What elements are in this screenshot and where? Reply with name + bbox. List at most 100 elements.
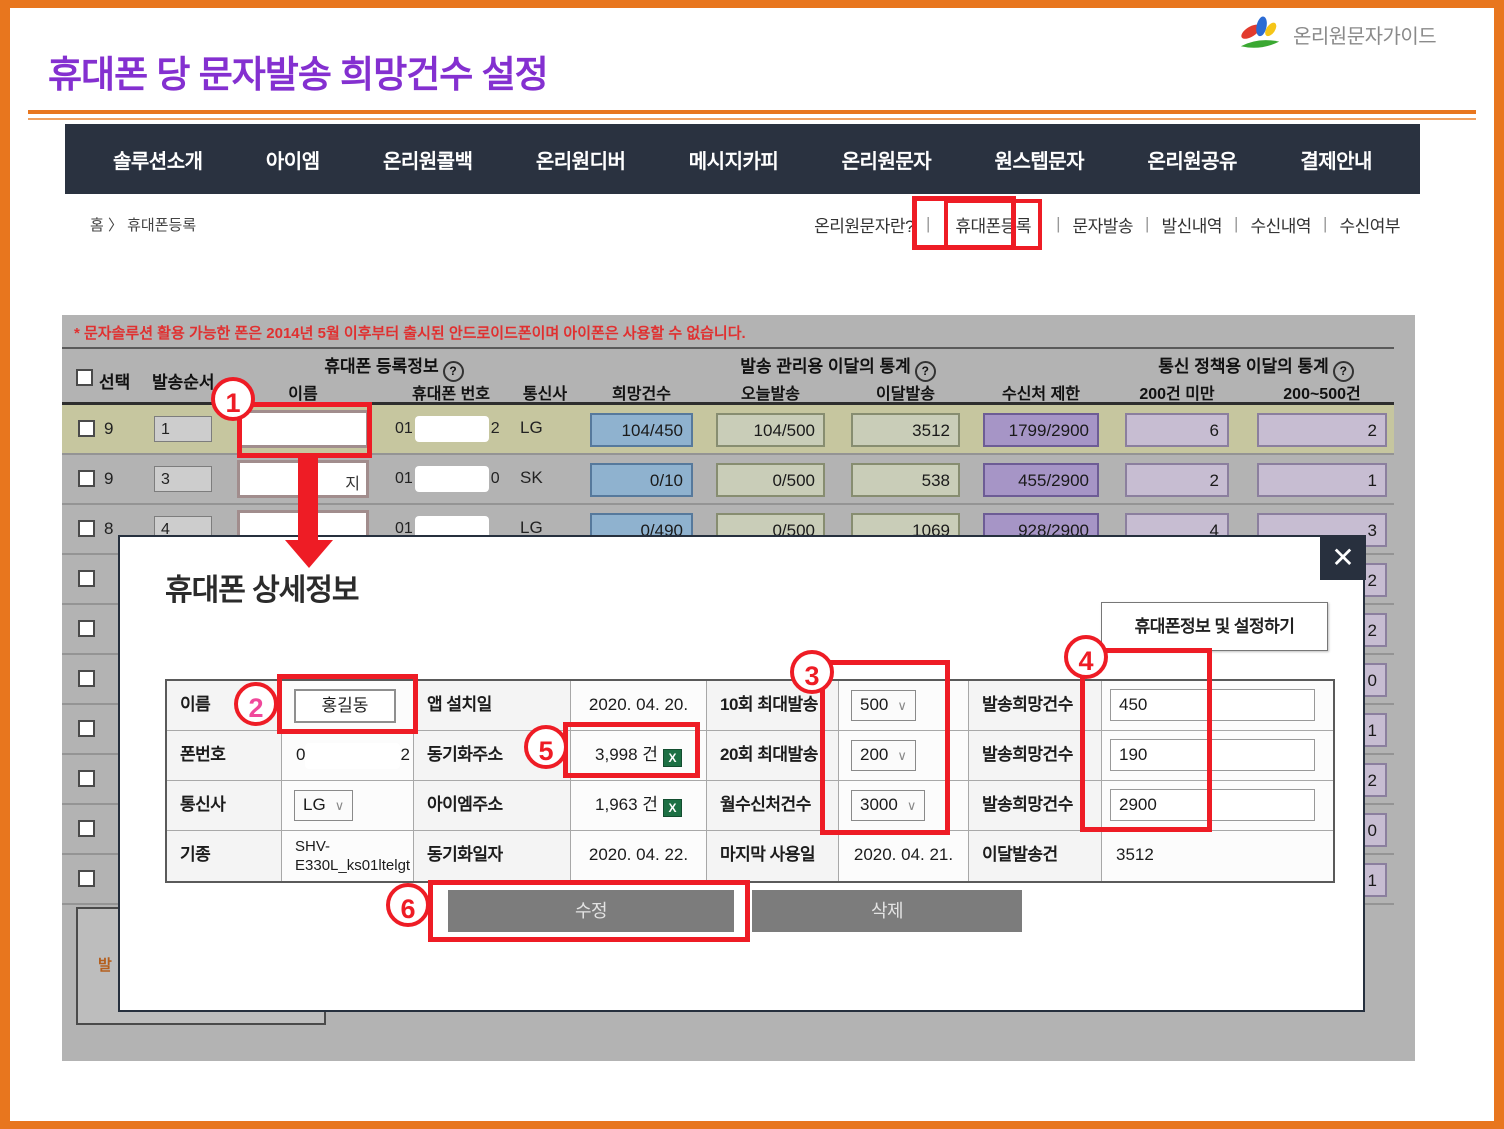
- nav-item[interactable]: 온리원디버: [536, 145, 626, 174]
- row-checkbox[interactable]: [78, 720, 95, 737]
- row-checkbox[interactable]: [78, 620, 95, 637]
- separator: |: [1234, 214, 1238, 234]
- nav-item[interactable]: 온리원공유: [1147, 145, 1237, 174]
- dropdown[interactable]: 3000∨: [851, 790, 925, 821]
- nav-item[interactable]: 원스텝문자: [995, 145, 1085, 174]
- frame-left: [0, 0, 10, 1129]
- detail-value: LG∨: [282, 781, 414, 831]
- subheader-under200: 200건 미만: [1125, 380, 1229, 404]
- row-checkbox[interactable]: [78, 570, 95, 587]
- count-text: 3,998 건: [595, 745, 658, 764]
- dropdown[interactable]: 200∨: [851, 740, 916, 771]
- subnav-item[interactable]: 수신내역: [1250, 212, 1311, 237]
- nav-item[interactable]: 솔루션소개: [113, 145, 203, 174]
- detail-label: 앱 설치일: [414, 681, 571, 731]
- row-checkbox[interactable]: [78, 770, 95, 787]
- help-icon[interactable]: ?: [915, 361, 936, 382]
- phone-suffix: 2: [491, 420, 500, 437]
- detail-value: 2020. 04. 20.: [571, 681, 707, 731]
- month-sent-cell: 3512: [851, 413, 960, 447]
- chevron-down-icon: ∨: [897, 748, 907, 763]
- detail-value: 3000∨: [839, 781, 969, 831]
- row-select-number: 9: [104, 419, 113, 439]
- header-select: 선택: [99, 368, 130, 393]
- frame-bottom: [0, 1121, 1504, 1129]
- separator: |: [1145, 214, 1149, 234]
- phone-blur: [305, 743, 400, 769]
- detail-value: 02: [282, 731, 414, 781]
- dropdown[interactable]: LG∨: [294, 790, 353, 821]
- subheader-name: 이름: [237, 380, 369, 404]
- detail-value: 1,963 건 X: [571, 781, 707, 831]
- subnav-item[interactable]: 수신여부: [1339, 212, 1400, 237]
- hope-count-input[interactable]: 2900: [1110, 789, 1315, 821]
- row-checkbox[interactable]: [78, 870, 95, 887]
- row-select-number: 8: [104, 519, 113, 539]
- detail-value: 200∨: [839, 731, 969, 781]
- brand-logo-icon: [1237, 14, 1283, 54]
- nav-item[interactable]: 온리원콜백: [383, 145, 473, 174]
- help-icon[interactable]: ?: [443, 361, 464, 382]
- detail-label: 월수신처건수: [707, 781, 839, 831]
- help-icon[interactable]: ?: [1333, 361, 1354, 382]
- excel-icon[interactable]: X: [663, 749, 682, 767]
- device-model: SHV- E330L_ks01ltelgt: [282, 831, 414, 881]
- page: 휴대폰 당 문자발송 희망건수 설정 온리원문자가이드 솔루션소개아이엠온리원콜…: [0, 0, 1504, 1129]
- header-reg-info: 휴대폰 등록정보?: [289, 352, 499, 382]
- hope-count-input[interactable]: 190: [1110, 739, 1315, 771]
- phone-prefix: 01: [395, 420, 413, 437]
- detail-label: 발송희망건수: [969, 681, 1102, 731]
- edit-button[interactable]: 수정: [448, 890, 734, 932]
- subnav-item[interactable]: 문자발송: [1072, 212, 1133, 237]
- nav-item[interactable]: 온리원문자: [842, 145, 932, 174]
- detail-label: 발송희망건수: [969, 731, 1102, 781]
- subheader-phone: 휴대폰 번호: [395, 380, 507, 404]
- subnav-item[interactable]: 휴대폰등록: [944, 199, 1042, 250]
- order-input[interactable]: 3: [154, 466, 212, 492]
- excel-icon[interactable]: X: [663, 799, 682, 817]
- phone-settings-button[interactable]: 휴대폰정보 및 설정하기: [1101, 602, 1328, 651]
- name-input[interactable]: 홍길동: [294, 689, 396, 723]
- nav-item[interactable]: 아이엠: [266, 145, 320, 174]
- header-order: 발송순서: [152, 368, 215, 393]
- detail-value: 3,998 건 X: [571, 731, 707, 781]
- row-checkbox[interactable]: [78, 420, 95, 437]
- separator: |: [926, 214, 930, 234]
- modal-title: 휴대폰 상세정보: [165, 565, 359, 609]
- dropdown[interactable]: 500∨: [851, 690, 916, 721]
- row-checkbox[interactable]: [78, 820, 95, 837]
- between-200-500-cell: 1: [1257, 463, 1387, 497]
- subnav-item[interactable]: 발신내역: [1161, 212, 1222, 237]
- detail-value: 190: [1102, 731, 1333, 781]
- detail-label: 동기화일자: [414, 831, 571, 881]
- row-checkbox[interactable]: [78, 470, 95, 487]
- table-warning: * 문자솔루션 활용 가능한 폰은 2014년 5월 이후부터 출시된 안드로이…: [74, 322, 746, 343]
- receiver-limit-cell: 1799/2900: [983, 413, 1099, 447]
- nav-item[interactable]: 메시지카피: [689, 145, 779, 174]
- phone-prefix: 01: [395, 470, 413, 487]
- detail-value: 홍길동: [282, 681, 414, 731]
- divider-rule: [28, 110, 1476, 114]
- select-all-checkbox[interactable]: [76, 369, 93, 386]
- row-checkbox[interactable]: [78, 520, 95, 537]
- hope-count-cell: 0/10: [590, 463, 693, 497]
- detail-label: 발송희망건수: [969, 781, 1102, 831]
- phone-suffix: 2: [400, 745, 409, 764]
- phone-number: 01 2: [395, 416, 513, 442]
- subnav-item[interactable]: 온리원문자란?: [814, 212, 914, 237]
- under-200-cell: 6: [1125, 413, 1229, 447]
- subheader-200-500: 200~500건: [1257, 380, 1387, 404]
- frame-right: [1494, 0, 1504, 1129]
- hope-count-input[interactable]: 450: [1110, 689, 1315, 721]
- brand-text: 온리원문자가이드: [1293, 20, 1436, 49]
- subheader-limit: 수신처 제한: [983, 380, 1099, 404]
- count-text: 1,963 건: [595, 795, 658, 814]
- order-input[interactable]: 1: [154, 416, 212, 442]
- nav-item[interactable]: 결제안내: [1300, 145, 1372, 174]
- delete-button[interactable]: 삭제: [752, 890, 1022, 932]
- separator: |: [1323, 214, 1327, 234]
- detail-label: 마지막 사용일: [707, 831, 839, 881]
- close-icon[interactable]: ✕: [1320, 535, 1366, 580]
- row-checkbox[interactable]: [78, 670, 95, 687]
- detail-value: 2900: [1102, 781, 1333, 831]
